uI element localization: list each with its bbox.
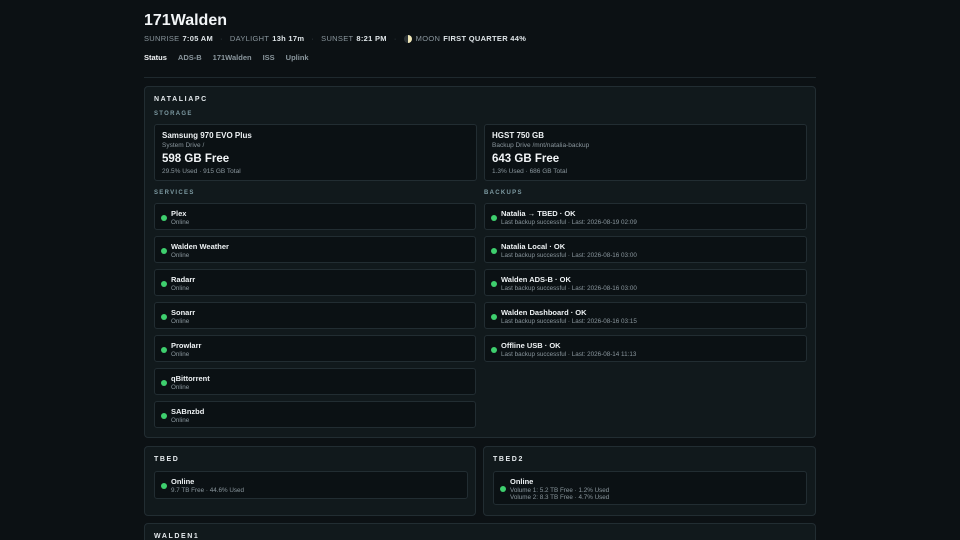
status-dot-icon xyxy=(161,215,167,221)
service-item-sabnzbd[interactable]: SABnzbd Online xyxy=(154,401,476,428)
drive-usage: 29.5% Used · 915 GB Total xyxy=(162,168,241,175)
daylight-value: 13h 17m xyxy=(272,34,305,43)
service-status: Online xyxy=(171,252,190,259)
tbed-panel: TBED Online 9.7 TB Free · 44.6% Used xyxy=(144,446,476,516)
host-status: Online xyxy=(510,477,534,486)
status-dot-icon xyxy=(491,248,497,254)
backup-item[interactable]: Offline USB · OK Last backup successful … xyxy=(484,335,807,362)
service-name: qBittorrent xyxy=(171,374,210,383)
tbed-status-card[interactable]: Online 9.7 TB Free · 44.6% Used xyxy=(154,471,468,499)
service-status: Online xyxy=(171,285,190,292)
host-status: Online xyxy=(171,477,195,486)
panel-title: TBED xyxy=(154,456,180,463)
service-name: Plex xyxy=(171,209,187,218)
service-status: Online xyxy=(171,417,190,424)
status-dot-icon xyxy=(491,281,497,287)
sunset-value: 8:21 PM xyxy=(356,34,387,43)
volume-2-storage: Volume 2: 8.3 TB Free · 4.7% Used xyxy=(510,494,610,501)
backup-status: Last backup successful · Last: 2026-08-1… xyxy=(501,351,637,358)
tbed2-panel: TBED2 Online Volume 1: 5.2 TB Free · 1.2… xyxy=(483,446,816,516)
service-status: Online xyxy=(171,219,190,226)
storage-heading: STORAGE xyxy=(154,111,193,117)
main-nav: Status ADS-B 171Walden ISS Uplink xyxy=(144,53,309,62)
drive-card: HGST 750 GB Backup Drive /mnt/natalia-ba… xyxy=(484,124,807,181)
service-item-walden-weather[interactable]: Walden Weather Online xyxy=(154,236,476,263)
status-dot-icon xyxy=(161,314,167,320)
tbed2-status-card[interactable]: Online Volume 1: 5.2 TB Free · 1.2% Used… xyxy=(493,471,807,505)
backup-status: Last backup successful · Last: 2026-08-1… xyxy=(501,252,637,259)
service-name: Sonarr xyxy=(171,308,196,317)
nav-tab-ads-b[interactable]: ADS-B xyxy=(178,53,202,62)
host-storage: 9.7 TB Free · 44.6% Used xyxy=(171,487,245,494)
backup-status: Last backup successful · Last: 2026-08-1… xyxy=(501,285,637,292)
service-status: Online xyxy=(171,318,190,325)
backup-name: Natalia Local · OK xyxy=(501,242,566,251)
drive-free: 598 GB Free xyxy=(162,153,230,165)
status-dot-icon xyxy=(161,413,167,419)
walden1-panel: WALDEN1 xyxy=(144,523,816,540)
status-dot-icon xyxy=(491,215,497,221)
nav-tab-status[interactable]: Status xyxy=(144,53,167,62)
nataliapc-panel: NATALIAPC STORAGE Samsung 970 EVO Plus S… xyxy=(144,86,816,438)
backup-item[interactable]: Natalia → TBED · OK Last backup successf… xyxy=(484,203,807,230)
backup-name: Offline USB · OK xyxy=(501,341,561,350)
moon-phase-icon xyxy=(403,34,412,43)
moon-label: MOON xyxy=(415,34,441,43)
status-dot-icon xyxy=(491,314,497,320)
service-name: SABnzbd xyxy=(171,407,205,416)
panel-title: NATALIAPC xyxy=(154,96,208,103)
volume-1-storage: Volume 1: 5.2 TB Free · 1.2% Used xyxy=(510,487,610,494)
separator: · xyxy=(311,34,315,43)
service-item-qbittorrent[interactable]: qBittorrent Online xyxy=(154,368,476,395)
service-item-plex[interactable]: Plex Online xyxy=(154,203,476,230)
sun-moon-info: SUNRISE 7:05 AM · DAYLIGHT 13h 17m · SUN… xyxy=(144,34,526,43)
backups-heading: BACKUPS xyxy=(484,190,523,196)
service-status: Online xyxy=(171,351,190,358)
backup-item[interactable]: Walden ADS-B · OK Last backup successful… xyxy=(484,269,807,296)
panel-title: WALDEN1 xyxy=(154,533,200,540)
sunrise-value: 7:05 AM xyxy=(182,34,214,43)
services-heading: SERVICES xyxy=(154,190,195,196)
drive-usage: 1.3% Used · 686 GB Total xyxy=(492,168,568,175)
service-item-sonarr[interactable]: Sonarr Online xyxy=(154,302,476,329)
service-item-radarr[interactable]: Radarr Online xyxy=(154,269,476,296)
drive-name: Samsung 970 EVO Plus xyxy=(162,131,252,140)
backup-name: Walden ADS-B · OK xyxy=(501,275,571,284)
backup-status: Last backup successful · Last: 2026-08-1… xyxy=(501,219,637,226)
nav-tab-uplink[interactable]: Uplink xyxy=(286,53,309,62)
moon-value: FIRST QUARTER 44% xyxy=(443,34,527,43)
status-dot-icon xyxy=(161,248,167,254)
service-name: Prowlarr xyxy=(171,341,202,350)
sunrise-label: SUNRISE xyxy=(144,34,180,43)
sunset-label: SUNSET xyxy=(321,34,354,43)
drive-free: 643 GB Free xyxy=(492,153,560,165)
drive-mount: Backup Drive /mnt/natalia-backup xyxy=(492,142,590,149)
daylight-label: DAYLIGHT xyxy=(229,34,270,43)
backup-name: Walden Dashboard · OK xyxy=(501,308,587,317)
nav-tab-171walden[interactable]: 171Walden xyxy=(213,53,252,62)
service-status: Online xyxy=(171,384,190,391)
backup-item[interactable]: Walden Dashboard · OK Last backup succes… xyxy=(484,302,807,329)
panel-title: TBED2 xyxy=(493,456,524,463)
separator: · xyxy=(220,34,223,43)
drive-card: Samsung 970 EVO Plus System Drive / 598 … xyxy=(154,124,477,181)
status-dot-icon xyxy=(161,380,167,386)
status-dot-icon xyxy=(161,281,167,287)
status-dot-icon xyxy=(161,483,167,489)
service-name: Radarr xyxy=(171,275,196,284)
status-dot-icon xyxy=(500,486,506,492)
separator: · xyxy=(393,34,397,43)
drive-name: HGST 750 GB xyxy=(492,131,545,140)
backup-status: Last backup successful · Last: 2026-08-1… xyxy=(501,318,637,325)
page-title: 171Walden xyxy=(144,12,227,29)
backup-name: Natalia → TBED · OK xyxy=(501,209,576,218)
header-divider xyxy=(144,77,816,78)
nav-tab-iss[interactable]: ISS xyxy=(263,53,275,62)
status-dot-icon xyxy=(491,347,497,353)
backup-item[interactable]: Natalia Local · OK Last backup successfu… xyxy=(484,236,807,263)
service-item-prowlarr[interactable]: Prowlarr Online xyxy=(154,335,476,362)
service-name: Walden Weather xyxy=(171,242,229,251)
status-dot-icon xyxy=(161,347,167,353)
drive-mount: System Drive / xyxy=(162,142,205,149)
